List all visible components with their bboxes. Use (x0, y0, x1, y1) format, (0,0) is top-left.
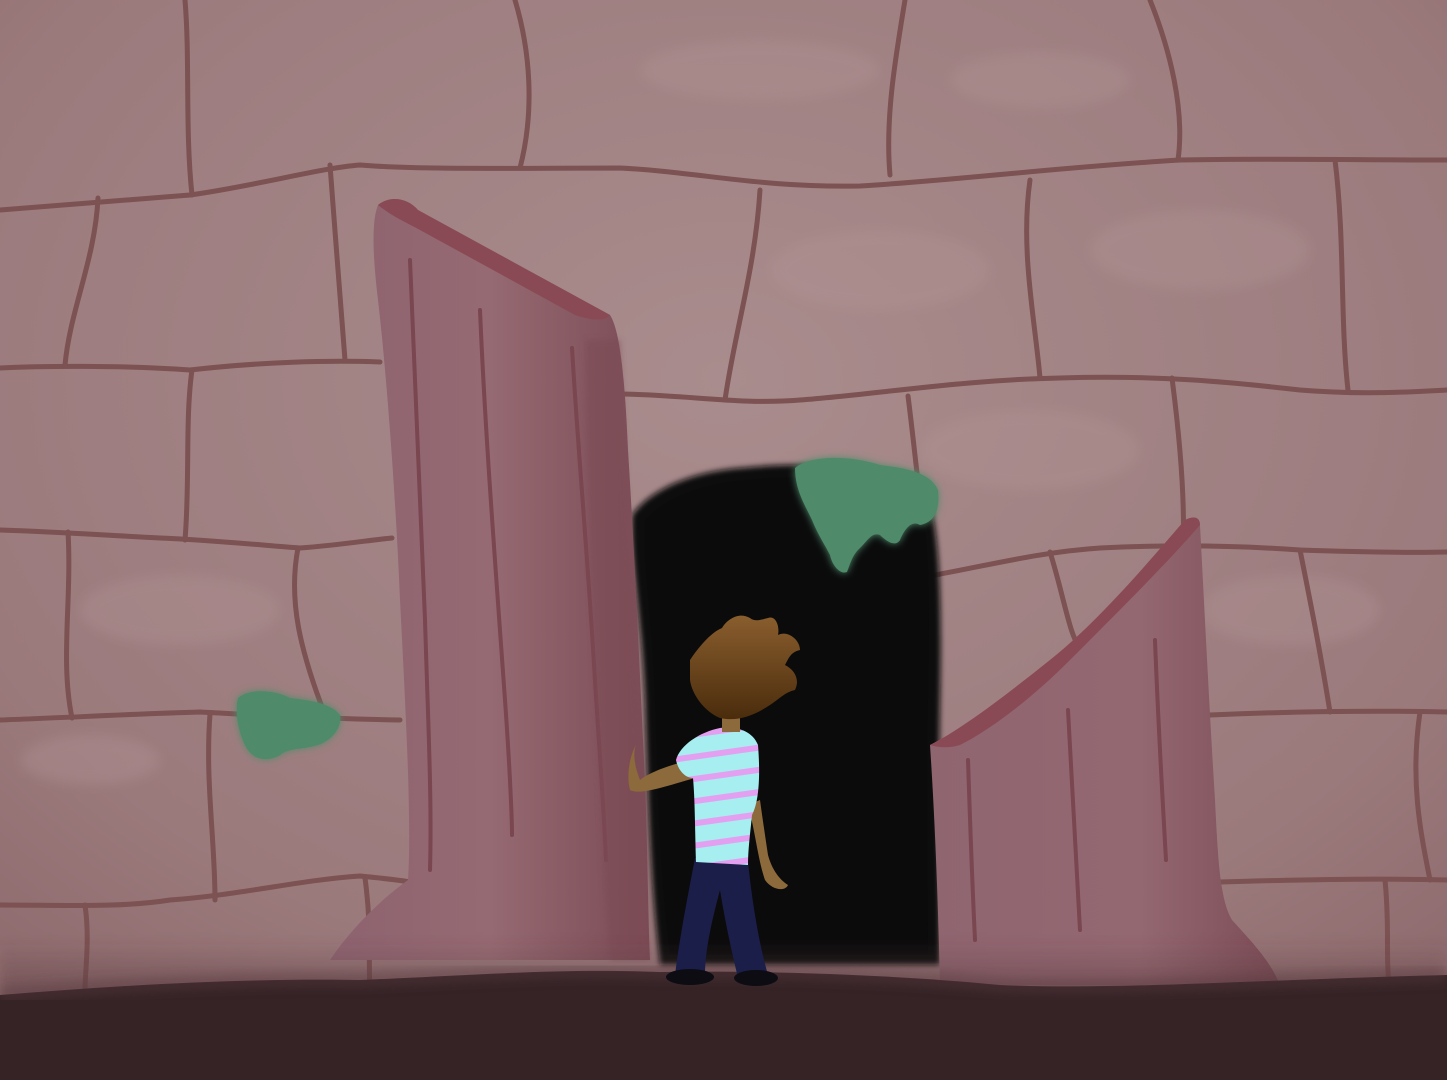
character-shoe-left (666, 969, 714, 985)
floor (0, 940, 1447, 1080)
scene-canvas (0, 0, 1447, 1080)
game-scene (0, 0, 1447, 1080)
character-shoe-right (734, 970, 778, 986)
